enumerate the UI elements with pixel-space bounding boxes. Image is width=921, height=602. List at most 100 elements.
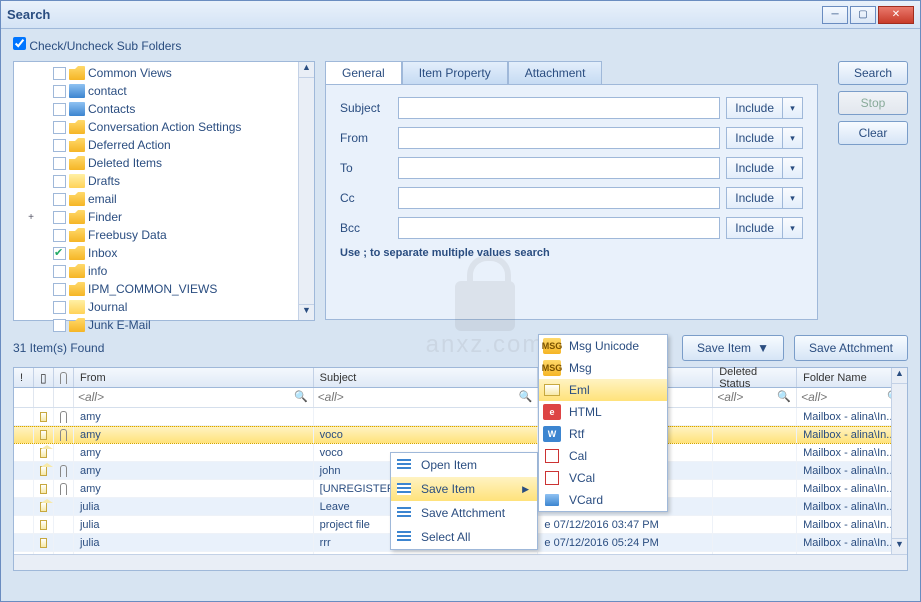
submenu-item[interactable]: MSGMsg Unicode	[539, 335, 667, 357]
tab-general[interactable]: General	[325, 61, 402, 84]
checkbox[interactable]	[53, 139, 66, 152]
search-icon[interactable]: 🔍	[294, 390, 308, 403]
checkbox[interactable]	[53, 157, 66, 170]
tree-item[interactable]: IPM_COMMON_VIEWS	[14, 280, 314, 298]
submenu-item[interactable]: MSGMsg	[539, 357, 667, 379]
checkbox[interactable]	[53, 319, 66, 332]
dropdown-icon[interactable]: ▾	[783, 187, 803, 209]
to-input[interactable]	[398, 157, 720, 179]
tree-item[interactable]: Deferred Action	[14, 136, 314, 154]
tree-item[interactable]: Common Views	[14, 64, 314, 82]
menu-item[interactable]: Save Item▶	[391, 477, 537, 501]
checkbox[interactable]	[53, 265, 66, 278]
col-deleted[interactable]: Deleted Status	[713, 368, 797, 387]
col-from[interactable]: From	[74, 368, 314, 387]
search-icon[interactable]: 🔍	[777, 390, 791, 403]
checkbox[interactable]	[53, 283, 66, 296]
checkbox[interactable]	[53, 301, 66, 314]
tree-item[interactable]: contact	[14, 82, 314, 100]
tab-attachment[interactable]: Attachment	[508, 61, 603, 84]
menu-item[interactable]: Open Item	[391, 453, 537, 477]
include-bcc-button[interactable]: Include	[726, 217, 783, 239]
submenu-item[interactable]: VCard	[539, 489, 667, 511]
filter-from-input[interactable]	[78, 388, 309, 406]
tree-item[interactable]: +Finder	[14, 208, 314, 226]
tree-item[interactable]: Junk E-Mail	[14, 316, 314, 334]
checkbox[interactable]	[53, 193, 66, 206]
checkbox[interactable]	[53, 121, 66, 134]
check-subfolders-checkbox[interactable]: Check/Uncheck Sub Folders	[13, 39, 181, 53]
tree-item[interactable]: Conversation Action Settings	[14, 118, 314, 136]
save-item-dropdown[interactable]: Save Item▼	[682, 335, 784, 361]
table-row[interactable]: amyMMailbox - alina\In...	[14, 408, 907, 426]
dropdown-icon[interactable]: ▾	[783, 217, 803, 239]
close-button[interactable]: ✕	[878, 6, 914, 24]
expander-icon[interactable]: +	[26, 212, 36, 223]
checkbox[interactable]	[53, 229, 66, 242]
cell-deleted	[713, 516, 797, 533]
include-from-button[interactable]: Include	[726, 127, 783, 149]
from-input[interactable]	[398, 127, 720, 149]
tree-item-label: Junk E-Mail	[88, 318, 151, 332]
scroll-down-icon[interactable]: ▼	[892, 538, 907, 554]
tree-scrollbar[interactable]: ▲ ▼	[298, 62, 314, 320]
dropdown-icon[interactable]: ▾	[783, 97, 803, 119]
grid-vscrollbar[interactable]: ▲ ▼	[891, 368, 907, 554]
tree-item-label: IPM_COMMON_VIEWS	[88, 282, 217, 296]
include-subject-button[interactable]: Include	[726, 97, 783, 119]
save-attachment-button[interactable]: Save Attchment	[794, 335, 908, 361]
col-icon[interactable]: ▯	[34, 368, 54, 387]
tree-item[interactable]: Inbox	[14, 244, 314, 262]
menu-item[interactable]: Save Attchment	[391, 501, 537, 525]
col-attach[interactable]	[54, 368, 74, 387]
search-button[interactable]: Search	[838, 61, 908, 85]
checkbox[interactable]	[53, 211, 66, 224]
folder-tree[interactable]: Common Viewscontact Contacts Conversation …	[13, 61, 315, 321]
checkbox[interactable]	[53, 67, 66, 80]
dropdown-icon[interactable]: ▾	[783, 157, 803, 179]
tree-item[interactable]: info	[14, 262, 314, 280]
cc-input[interactable]	[398, 187, 720, 209]
tree-item-label: Contacts	[88, 102, 135, 116]
filter-subject-input[interactable]	[318, 388, 534, 406]
maximize-button[interactable]: ▢	[850, 6, 876, 24]
bcc-input[interactable]	[398, 217, 720, 239]
tree-item-label: Deferred Action	[88, 138, 171, 152]
grid-hscrollbar[interactable]	[14, 554, 907, 570]
search-icon[interactable]: 🔍	[519, 390, 533, 403]
scroll-down-icon[interactable]: ▼	[299, 304, 314, 320]
folder-icon	[69, 264, 85, 278]
checkbox[interactable]	[53, 175, 66, 188]
col-subject[interactable]: Subject	[314, 368, 539, 387]
checkbox[interactable]	[53, 103, 66, 116]
dropdown-icon[interactable]: ▾	[783, 127, 803, 149]
menu-item[interactable]: Select All	[391, 525, 537, 549]
cell-deleted	[713, 427, 797, 443]
checkbox[interactable]	[53, 85, 66, 98]
tree-item[interactable]: Journal	[14, 298, 314, 316]
calendar-icon	[543, 448, 561, 464]
tree-item[interactable]: email	[14, 190, 314, 208]
minimize-button[interactable]: ─	[822, 6, 848, 24]
submenu-item[interactable]: VCal	[539, 467, 667, 489]
include-cc-button[interactable]: Include	[726, 187, 783, 209]
clear-button[interactable]: Clear	[838, 121, 908, 145]
rtf-icon: W	[543, 426, 561, 442]
stop-button[interactable]: Stop	[838, 91, 908, 115]
include-to-button[interactable]: Include	[726, 157, 783, 179]
tab-item-property[interactable]: Item Property	[402, 61, 508, 84]
tree-item[interactable]: Contacts	[14, 100, 314, 118]
scroll-up-icon[interactable]: ▲	[299, 62, 314, 78]
subject-input[interactable]	[398, 97, 720, 119]
submenu-item[interactable]: WRtf	[539, 423, 667, 445]
submenu-item[interactable]: Cal	[539, 445, 667, 467]
tree-item[interactable]: Drafts	[14, 172, 314, 190]
submenu-item[interactable]: eHTML	[539, 401, 667, 423]
tree-item[interactable]: Deleted Items	[14, 154, 314, 172]
submenu-item[interactable]: Eml	[539, 379, 667, 401]
scroll-up-icon[interactable]: ▲	[892, 368, 907, 384]
col-flag[interactable]: !	[14, 368, 34, 387]
table-row[interactable]: amyvocoMailbox - alina\In...	[14, 426, 907, 444]
checkbox[interactable]	[53, 247, 66, 260]
tree-item[interactable]: Freebusy Data	[14, 226, 314, 244]
